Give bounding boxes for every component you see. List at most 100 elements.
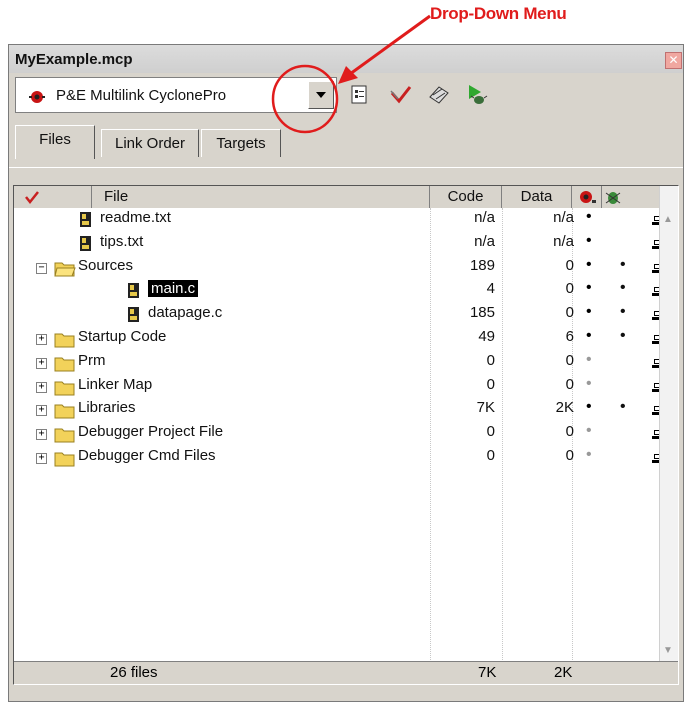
data-total: 2K xyxy=(554,664,573,681)
settings-button[interactable] xyxy=(349,83,375,109)
file-icon xyxy=(128,283,139,299)
table-row[interactable]: readme.txt n/a n/a • xyxy=(14,208,664,232)
debug-flag[interactable]: • xyxy=(586,303,592,321)
tab-link-order[interactable]: Link Order xyxy=(101,129,199,157)
data-size: 0 xyxy=(565,280,574,298)
title-bar: MyExample.mcp ✕ xyxy=(9,45,683,73)
bug-flag[interactable]: • xyxy=(620,303,626,321)
view-tabs: Files Link Order Targets xyxy=(9,125,683,169)
data-size: 0 xyxy=(565,256,574,274)
code-total: 7K xyxy=(478,664,497,681)
table-row[interactable]: main.c 4 0 • • xyxy=(14,279,664,303)
code-size: 0 xyxy=(486,351,495,369)
folder-icon xyxy=(54,357,75,372)
toolbar: P&E Multilink CyclonePro xyxy=(9,73,683,121)
scroll-down-button[interactable]: ▼ xyxy=(663,645,673,656)
check-icon xyxy=(390,86,412,104)
code-size: n/a xyxy=(474,232,495,250)
table-row[interactable]: + Prm 0 0 • xyxy=(14,351,664,375)
folder-icon xyxy=(54,428,75,443)
window-title: MyExample.mcp xyxy=(15,51,133,68)
debug-flag[interactable]: • xyxy=(586,327,592,345)
make-icon xyxy=(429,86,449,104)
target-dropdown[interactable]: P&E Multilink CyclonePro xyxy=(15,77,337,113)
table-row[interactable]: − Sources 189 0 • • xyxy=(14,256,664,280)
file-icon xyxy=(80,235,91,251)
project-window: MyExample.mcp ✕ P&E Multilink CyclonePro… xyxy=(8,44,684,702)
data-size: 0 xyxy=(565,446,574,464)
tab-targets[interactable]: Targets xyxy=(201,129,281,157)
expand-icon[interactable]: + xyxy=(36,357,47,369)
code-size: 0 xyxy=(486,423,495,441)
dropdown-arrow-button[interactable] xyxy=(308,81,334,109)
debug-flag[interactable]: • xyxy=(586,256,592,274)
table-row[interactable]: + Startup Code 49 6 • • xyxy=(14,327,664,351)
debug-flag[interactable]: • xyxy=(586,279,592,297)
header-bug[interactable] xyxy=(602,186,632,208)
debug-flag[interactable]: • xyxy=(586,232,592,250)
synchronize-button[interactable] xyxy=(389,83,415,109)
header-code[interactable]: Code xyxy=(430,186,502,208)
debug-flag[interactable]: • xyxy=(586,208,592,226)
column-header: File Code Data xyxy=(14,186,678,208)
code-size: 0 xyxy=(486,446,495,464)
debug-flag[interactable]: • xyxy=(586,446,592,464)
header-file[interactable]: File xyxy=(92,186,430,208)
tab-files[interactable]: Files xyxy=(15,125,95,159)
expand-icon[interactable]: + xyxy=(36,452,47,464)
make-button[interactable] xyxy=(427,83,453,109)
debug-flag[interactable]: • xyxy=(586,351,592,369)
header-touch-column[interactable] xyxy=(14,186,92,208)
target-dropdown-value: P&E Multilink CyclonePro xyxy=(56,87,227,104)
code-size: 189 xyxy=(469,256,495,274)
scroll-up-button[interactable]: ▲ xyxy=(663,214,673,225)
table-row[interactable]: + Debugger Cmd Files 0 0 • xyxy=(14,446,664,470)
header-data[interactable]: Data xyxy=(502,186,572,208)
expand-icon[interactable]: + xyxy=(36,333,47,345)
checkmark-icon xyxy=(25,191,39,205)
file-name: Startup Code xyxy=(78,327,167,345)
file-name: tips.txt xyxy=(100,232,144,250)
table-row[interactable]: tips.txt n/a n/a • xyxy=(14,232,664,256)
table-row[interactable]: + Debugger Project File 0 0 • xyxy=(14,422,664,446)
close-icon: ✕ xyxy=(668,53,679,67)
debug-target-icon xyxy=(580,191,596,203)
bug-flag[interactable]: • xyxy=(620,398,626,416)
tab-divider xyxy=(9,167,683,168)
close-button[interactable]: ✕ xyxy=(665,52,682,69)
table-row[interactable]: + Libraries 7K 2K • • xyxy=(14,398,664,422)
debug-button[interactable] xyxy=(465,83,491,109)
chevron-down-icon xyxy=(316,92,326,98)
debug-flag[interactable]: • xyxy=(586,375,592,393)
table-row[interactable]: datapage.c 185 0 • • xyxy=(14,303,664,327)
expand-icon[interactable]: + xyxy=(36,405,47,417)
bug-flag[interactable]: • xyxy=(620,256,626,274)
debug-flag[interactable]: • xyxy=(586,422,592,440)
data-size: 2K xyxy=(555,399,574,417)
bug-flag[interactable]: • xyxy=(620,279,626,297)
vertical-scrollbar[interactable]: ▲ ▼ xyxy=(659,186,678,662)
file-name: Debugger Project File xyxy=(78,423,224,441)
folder-icon xyxy=(54,404,75,419)
data-size: 6 xyxy=(565,327,574,345)
data-size: 0 xyxy=(565,423,574,441)
folder-icon xyxy=(54,381,75,396)
debug-flag[interactable]: • xyxy=(586,398,592,416)
file-name: main.c xyxy=(148,280,199,298)
settings-icon xyxy=(351,85,367,104)
expand-icon[interactable]: + xyxy=(36,429,47,441)
file-icon xyxy=(80,212,91,227)
data-size: 0 xyxy=(565,304,574,322)
collapse-icon[interactable]: − xyxy=(36,262,47,274)
header-debug[interactable] xyxy=(572,186,602,208)
file-name: datapage.c xyxy=(148,304,223,322)
file-name: Debugger Cmd Files xyxy=(78,446,216,464)
code-size: 49 xyxy=(478,327,495,345)
bug-flag[interactable]: • xyxy=(620,327,626,345)
code-size: 185 xyxy=(469,304,495,322)
file-name: Prm xyxy=(78,351,106,369)
table-row[interactable]: + Linker Map 0 0 • xyxy=(14,375,664,399)
expand-icon[interactable]: + xyxy=(36,381,47,393)
code-size: 0 xyxy=(486,375,495,393)
file-icon xyxy=(128,307,139,323)
